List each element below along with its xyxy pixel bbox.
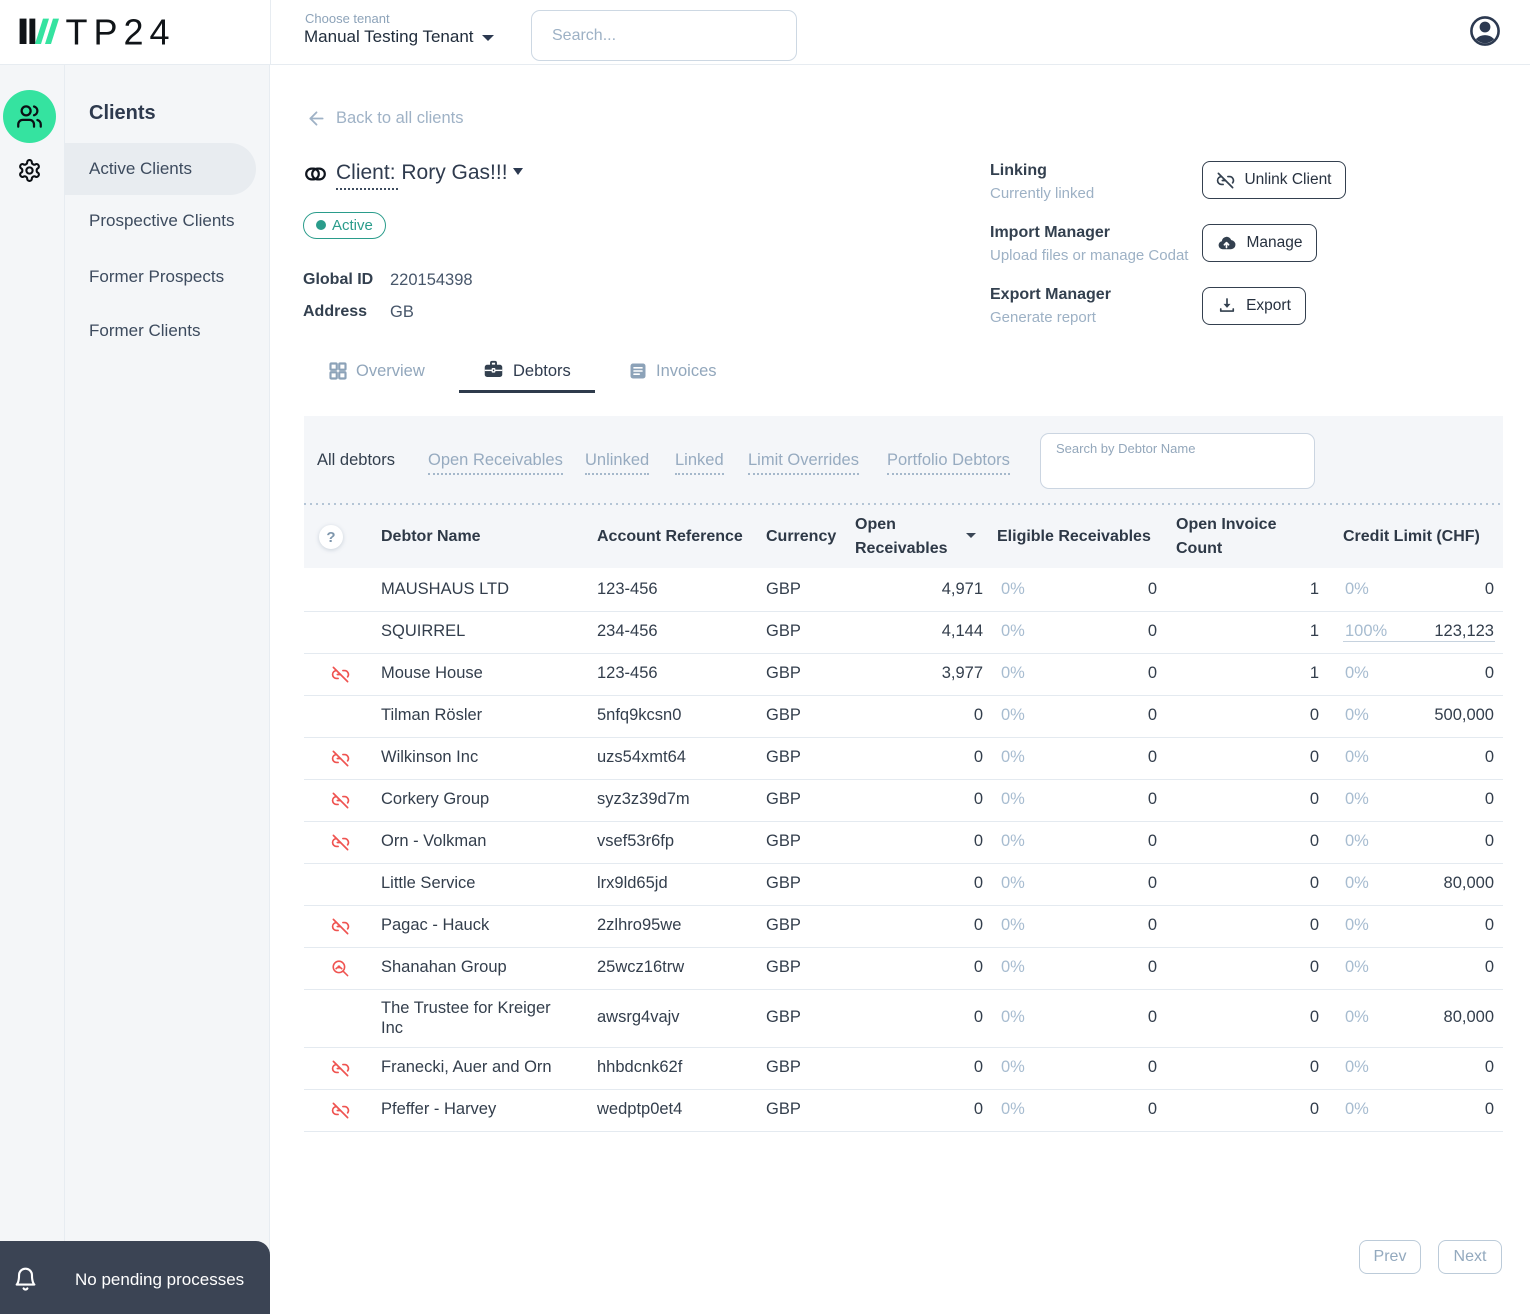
svg-text:TP24: TP24 <box>66 18 176 52</box>
